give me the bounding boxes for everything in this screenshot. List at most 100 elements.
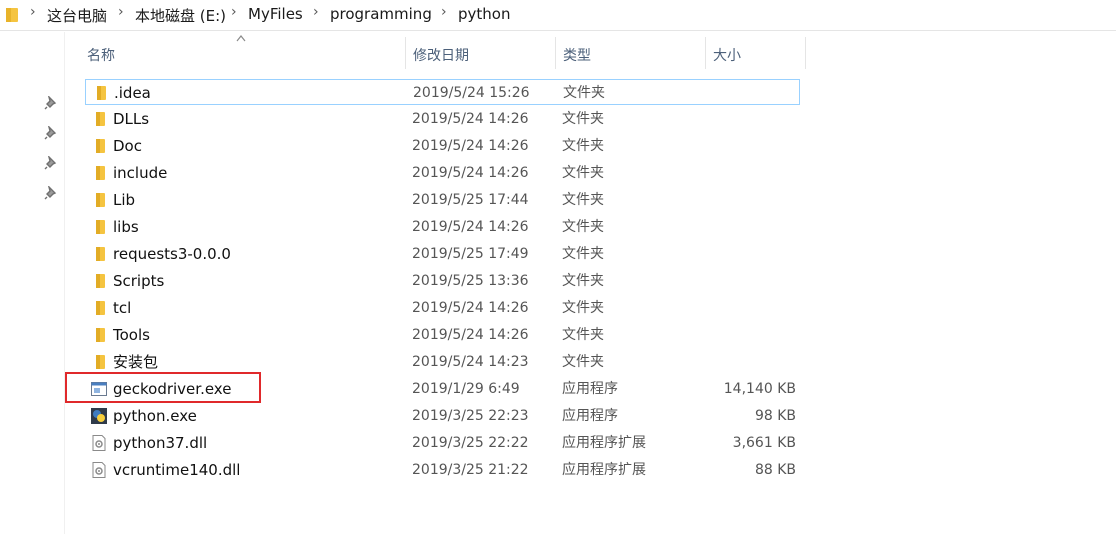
chevron-right-icon: › [30, 4, 36, 20]
column-header-date[interactable]: 修改日期 [413, 41, 548, 68]
file-type: 文件夹 [562, 192, 604, 208]
file-name: Lib [113, 191, 136, 209]
file-name: libs [113, 218, 139, 236]
file-size: 3,661 KB [732, 435, 796, 451]
column-divider[interactable] [555, 37, 556, 69]
file-type: 文件夹 [562, 327, 604, 343]
file-date: 2019/5/25 17:44 [412, 192, 529, 208]
file-date: 2019/5/24 14:26 [412, 327, 529, 343]
file-date: 2019/5/24 14:26 [412, 219, 529, 235]
pin-icon[interactable] [44, 186, 58, 200]
column-header-type[interactable]: 类型 [563, 41, 698, 68]
file-date: 2019/1/29 6:49 [412, 381, 520, 397]
chevron-right-icon: › [441, 4, 447, 20]
file-name: include [113, 164, 168, 182]
file-type: 文件夹 [563, 85, 605, 101]
file-date: 2019/5/24 14:26 [412, 138, 529, 154]
chevron-right-icon: › [313, 4, 319, 20]
file-type: 应用程序扩展 [562, 462, 646, 478]
file-row[interactable]: tcl 2019/5/24 14:26 文件夹 [85, 295, 800, 321]
file-name: .idea [114, 84, 151, 102]
file-date: 2019/5/24 14:23 [412, 354, 529, 370]
file-type: 文件夹 [562, 165, 604, 181]
file-row[interactable]: libs 2019/5/24 14:26 文件夹 [85, 214, 800, 240]
file-name: Scripts [113, 272, 165, 290]
breadcrumb-item[interactable]: 本地磁盘 (E:) [135, 5, 226, 26]
column-divider[interactable] [705, 37, 706, 69]
file-row[interactable]: python37.dll 2019/3/25 22:22 应用程序扩展 3,661 K… [85, 430, 800, 456]
file-row[interactable]: .idea 2019/5/24 15:26 文件夹 [85, 79, 800, 105]
folder-icon [90, 299, 108, 317]
folder-icon [90, 272, 108, 290]
file-date: 2019/5/24 14:26 [412, 165, 529, 181]
file-type: 应用程序 [562, 408, 618, 424]
folder-icon [90, 110, 108, 128]
navigation-pane [0, 32, 65, 534]
chevron-right-icon: › [118, 4, 124, 20]
chevron-right-icon: › [231, 4, 237, 20]
folder-icon [90, 164, 108, 182]
folder-icon [90, 137, 108, 155]
folder-icon [90, 218, 108, 236]
file-size: 14,140 KB [723, 381, 796, 397]
file-row[interactable]: requests3-0.0.0 2019/5/25 17:49 文件夹 [85, 241, 800, 267]
column-header-name[interactable]: 名称 [87, 41, 402, 68]
file-type: 文件夹 [562, 219, 604, 235]
file-name: tcl [113, 299, 132, 317]
file-date: 2019/5/25 17:49 [412, 246, 529, 262]
file-row[interactable]: DLLs 2019/5/24 14:26 文件夹 [85, 106, 800, 132]
file-date: 2019/3/25 22:23 [412, 408, 529, 424]
file-name: Doc [113, 137, 142, 155]
column-divider[interactable] [805, 37, 806, 69]
file-date: 2019/3/25 22:22 [412, 435, 529, 451]
breadcrumb-item[interactable]: 这台电脑 [47, 5, 107, 26]
folder-icon [6, 8, 18, 22]
file-type: 文件夹 [562, 273, 604, 289]
file-size: 98 KB [754, 408, 796, 424]
file-row[interactable]: vcruntime140.dll 2019/3/25 21:22 应用程序扩展 88 … [85, 457, 800, 483]
file-type: 文件夹 [562, 111, 604, 127]
file-date: 2019/5/24 15:26 [413, 85, 530, 101]
folder-icon [90, 353, 108, 371]
file-type: 应用程序 [562, 381, 618, 397]
file-row[interactable]: Doc 2019/5/24 14:26 文件夹 [85, 133, 800, 159]
folder-icon [90, 245, 108, 263]
file-type: 文件夹 [562, 246, 604, 262]
file-row[interactable]: Tools 2019/5/24 14:26 文件夹 [85, 322, 800, 348]
dll-gear-icon [90, 434, 108, 452]
annotation-highlight-box [65, 372, 261, 403]
file-name: python.exe [113, 407, 197, 425]
file-size: 88 KB [754, 462, 796, 478]
file-type: 文件夹 [562, 300, 604, 316]
file-type: 文件夹 [562, 138, 604, 154]
pin-icon[interactable] [44, 96, 58, 110]
address-bar[interactable]: › 这台电脑 › 本地磁盘 (E:) › MyFiles › programmi… [0, 0, 1116, 31]
file-type: 文件夹 [562, 354, 604, 370]
file-name: python37.dll [113, 434, 208, 452]
column-divider[interactable] [405, 37, 406, 69]
folder-icon [90, 326, 108, 344]
file-name: Tools [113, 326, 150, 344]
file-name: vcruntime140.dll [113, 461, 241, 479]
file-name: requests3-0.0.0 [113, 245, 231, 263]
breadcrumb-item[interactable]: python [458, 5, 510, 23]
breadcrumb-item[interactable]: MyFiles [248, 5, 303, 23]
file-date: 2019/5/24 14:26 [412, 300, 529, 316]
breadcrumb-item[interactable]: programming [330, 5, 432, 23]
pin-icon[interactable] [44, 156, 58, 170]
file-row[interactable]: Scripts 2019/5/25 13:36 文件夹 [85, 268, 800, 294]
file-date: 2019/3/25 21:22 [412, 462, 529, 478]
file-type: 应用程序扩展 [562, 435, 646, 451]
file-row[interactable]: Lib 2019/5/25 17:44 文件夹 [85, 187, 800, 213]
file-name: DLLs [113, 110, 150, 128]
column-header-size[interactable]: 大小 [713, 41, 798, 68]
file-row[interactable]: include 2019/5/24 14:26 文件夹 [85, 160, 800, 186]
file-date: 2019/5/25 13:36 [412, 273, 529, 289]
file-date: 2019/5/24 14:26 [412, 111, 529, 127]
python-icon [90, 407, 108, 425]
folder-icon [91, 84, 109, 102]
folder-icon [90, 191, 108, 209]
file-row[interactable]: python.exe 2019/3/25 22:23 应用程序 98 KB [85, 403, 800, 429]
dll-gear-icon [90, 461, 108, 479]
pin-icon[interactable] [44, 126, 58, 140]
